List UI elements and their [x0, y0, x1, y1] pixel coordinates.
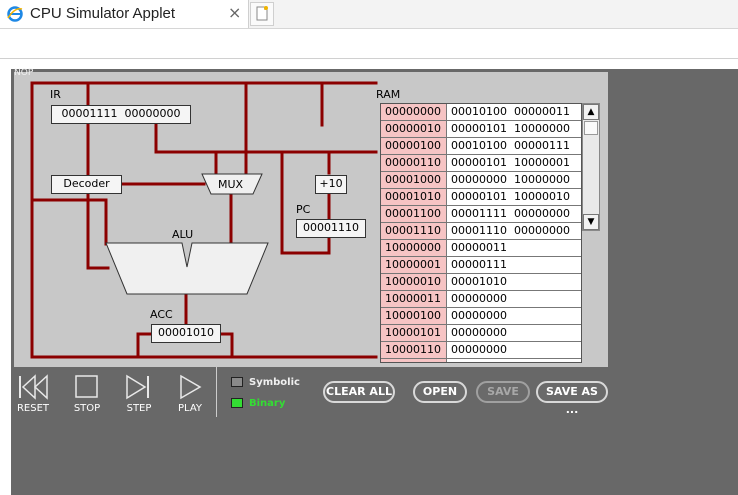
ram-row[interactable]: 1000011100000000 — [381, 359, 581, 362]
ir-register: 00001111 00000000 — [51, 105, 191, 124]
stop-button[interactable]: STOP — [67, 373, 107, 419]
ram-value: 00001111 00000000 — [451, 207, 570, 220]
ram-row[interactable]: 10000100 00000000 — [381, 308, 581, 325]
ram-address: 10000100 — [381, 308, 447, 324]
ram-address: 10000010 — [381, 274, 447, 290]
controls-separator — [216, 367, 217, 417]
ram-address: 00001100 — [381, 206, 447, 222]
ram-row[interactable]: 00000100 00010100 00000111 — [381, 138, 581, 155]
acc-register: 00001010 — [151, 324, 221, 343]
ram-value: 00000000 — [447, 359, 507, 362]
ram-value: 00010100 00000011 — [451, 105, 570, 118]
binary-radio[interactable] — [231, 398, 243, 408]
pc-register: 00001110 — [296, 219, 366, 238]
scroll-down-arrow-icon[interactable]: ▼ — [583, 214, 599, 230]
ram-value: 00000011 — [451, 241, 507, 254]
ram-address: 10000111 — [381, 359, 447, 362]
ram-row[interactable]: 00000000 00010100 00000011 — [381, 104, 581, 121]
mux-label: MUX — [218, 178, 244, 191]
ram-row[interactable]: 10000101 00000000 — [381, 325, 581, 342]
ram-address: 00001010 — [381, 189, 447, 205]
ram-address: 10000001 — [381, 257, 447, 273]
ram-address: 10000110 — [381, 342, 447, 358]
ir-label: IR — [50, 88, 61, 101]
ram-row[interactable]: 10000110 00000000 — [381, 342, 581, 359]
ram-address: 00000010 — [381, 121, 447, 137]
ram-address: 00001110 — [381, 223, 447, 239]
save-as-button[interactable]: SAVE AS ... — [536, 381, 608, 416]
reset-icon — [19, 374, 48, 400]
pc-label: PC — [296, 203, 311, 216]
stop-label: STOP — [73, 403, 101, 414]
alu-shape — [105, 242, 269, 295]
ram-row[interactable]: 10000011 00000000 — [381, 291, 581, 308]
ram-address: 10000101 — [381, 325, 447, 341]
step-label: STEP — [126, 403, 152, 414]
ram-row[interactable]: 10000001 00000111 — [381, 257, 581, 274]
ram-table[interactable]: 00000000 00010100 00000011 00000010 000001… — [380, 103, 582, 363]
ram-scrollbar[interactable]: ▲ ▼ — [582, 103, 600, 231]
ram-value: 00000000 10000000 — [451, 173, 570, 186]
ram-row[interactable]: 00001000 00000000 10000000 — [381, 172, 581, 189]
ram-row[interactable]: 10000010 00001010 — [381, 274, 581, 291]
play-label: PLAY — [177, 403, 202, 414]
symbolic-option[interactable]: Symbolic — [231, 377, 300, 388]
ram-row[interactable]: 00000010 00000101 10000000 — [381, 121, 581, 138]
ram-address: 00000110 — [381, 155, 447, 171]
ram-label: RAM — [376, 88, 401, 101]
stop-icon — [75, 375, 98, 398]
scroll-up-arrow-icon[interactable]: ▲ — [583, 104, 599, 120]
ram-row[interactable]: 00001010 00000101 10000010 — [381, 189, 581, 206]
reset-label: RESET — [16, 403, 50, 414]
play-button[interactable]: PLAY — [170, 373, 210, 419]
ram-value: 00000000 — [451, 309, 507, 322]
ram-value: 00000101 10000000 — [451, 122, 570, 135]
ram-row[interactable]: 00001100 00001111 00000000 — [381, 206, 581, 223]
symbolic-label: Symbolic — [249, 377, 300, 388]
binary-option[interactable]: Binary — [231, 398, 285, 409]
ram-row[interactable]: 00000110 00000101 10000001 — [381, 155, 581, 172]
step-button[interactable]: STEP — [119, 373, 159, 419]
ram-address: 00001000 — [381, 172, 447, 188]
open-button[interactable]: OPEN — [413, 381, 467, 403]
binary-label: Binary — [249, 398, 286, 409]
alu-label: ALU — [172, 228, 194, 241]
save-button[interactable]: SAVE — [476, 381, 530, 403]
ram-value: 00000000 — [451, 326, 507, 339]
ram-address: 10000000 — [381, 240, 447, 256]
ram-address: 00000000 — [381, 104, 447, 120]
ram-address: 10000011 — [381, 291, 447, 307]
ram-value: 00000101 10000001 — [451, 156, 570, 169]
ram-value: 00001110 00000000 — [451, 224, 570, 237]
ram-value: 00000111 — [451, 258, 507, 271]
decoder-box: Decoder — [51, 175, 122, 194]
ram-row[interactable]: 00001110 00001110 00000000 — [381, 223, 581, 240]
ram-value: 00000000 — [451, 343, 507, 356]
ram-address: 00000100 — [381, 138, 447, 154]
scroll-thumb[interactable] — [584, 121, 598, 135]
symbolic-radio[interactable] — [231, 377, 243, 387]
ram-value: 00000101 10000010 — [451, 190, 570, 203]
play-icon — [180, 374, 202, 400]
step-icon — [126, 374, 149, 400]
acc-label: ACC — [150, 308, 173, 321]
ram-row[interactable]: 10000000 00000011 — [381, 240, 581, 257]
ram-value: 00000000 — [451, 292, 507, 305]
pc-increment-box: +10 — [315, 175, 347, 194]
reset-button[interactable]: RESET — [13, 373, 53, 419]
clear-all-button[interactable]: CLEAR ALL — [323, 381, 395, 403]
ram-value: 00010100 00000111 — [451, 139, 570, 152]
ram-value: 00001010 — [451, 275, 507, 288]
